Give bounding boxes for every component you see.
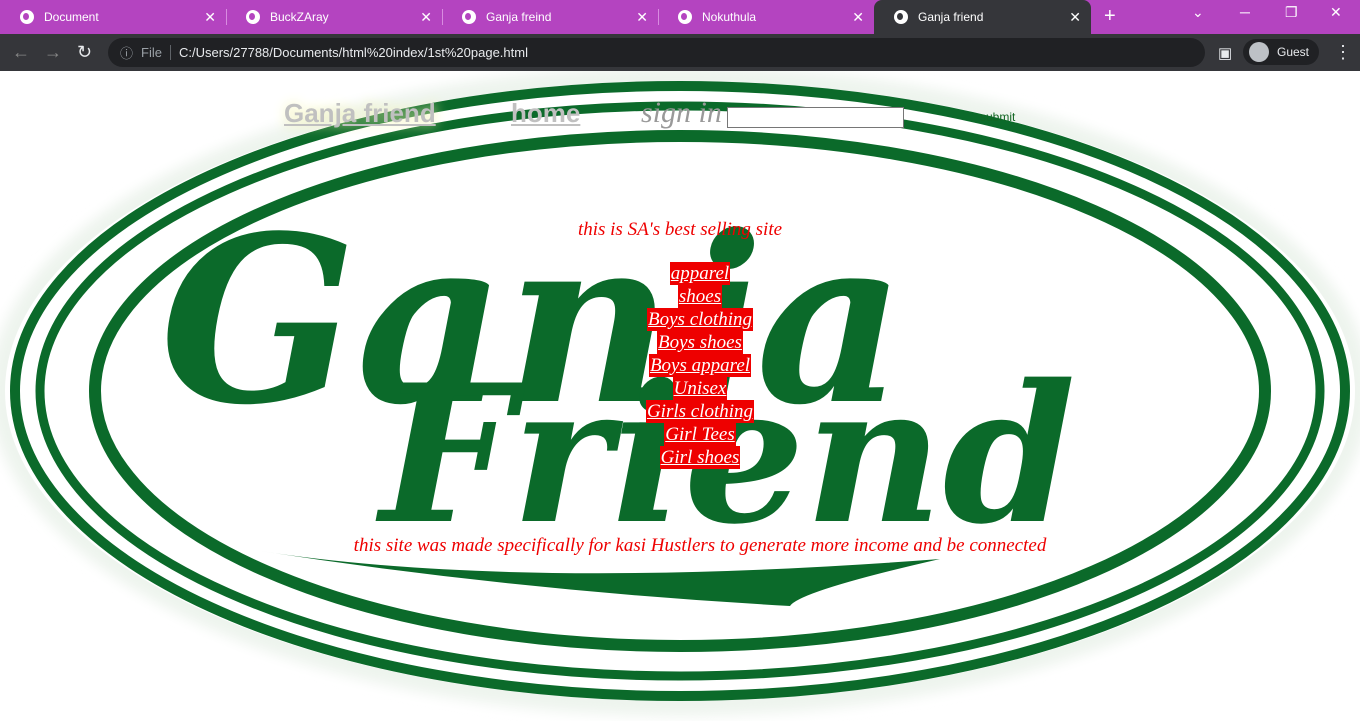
close-tab-icon[interactable]: ✕: [852, 9, 864, 26]
new-tab-icon[interactable]: +: [1104, 5, 1116, 28]
category-links: apparel shoes Boys clothing Boys shoes B…: [0, 262, 1360, 469]
home-link[interactable]: home: [511, 98, 580, 129]
tab-buckzaray[interactable]: BuckZAray ✕: [226, 0, 442, 34]
back-icon[interactable]: ←: [12, 42, 30, 63]
globe-icon: [678, 10, 692, 24]
brand-link[interactable]: Ganja friend: [284, 98, 436, 129]
close-tab-icon[interactable]: ✕: [636, 9, 648, 26]
link-girl-tees[interactable]: Girl Tees: [664, 423, 736, 446]
link-girls-clothing[interactable]: Girls clothing: [645, 400, 755, 423]
restore-icon[interactable]: ❐: [1285, 4, 1298, 21]
tab-title: BuckZAray: [270, 10, 329, 24]
profile-label: Guest: [1277, 45, 1310, 59]
tab-title: Document: [44, 10, 99, 24]
tab-document[interactable]: Document ✕: [0, 0, 226, 34]
link-shoes[interactable]: shoes: [677, 285, 723, 308]
close-tab-icon[interactable]: ✕: [204, 9, 216, 26]
link-girl-shoes[interactable]: Girl shoes: [659, 446, 741, 469]
globe-icon: [20, 10, 34, 24]
tab-ganja-friend-active[interactable]: Ganja friend ✕: [874, 0, 1091, 34]
sign-in-label: sign in: [641, 96, 722, 129]
tab-search-icon[interactable]: ⌄: [1192, 4, 1204, 21]
link-unisex[interactable]: Unisex: [672, 377, 728, 400]
address-bar[interactable]: ⓘ File C:/Users/27788/Documents/html%20i…: [108, 38, 1205, 67]
url-text[interactable]: C:/Users/27788/Documents/html%20index/1s…: [179, 45, 528, 60]
sign-in-input[interactable]: [727, 107, 904, 128]
address-bar-row: ← → ↻ ⓘ File C:/Users/27788/Documents/ht…: [0, 34, 1360, 71]
menu-icon[interactable]: ⋮: [1334, 42, 1352, 63]
close-tab-icon[interactable]: ✕: [420, 9, 432, 26]
close-tab-icon[interactable]: ✕: [1069, 9, 1081, 26]
globe-icon: [462, 10, 476, 24]
link-apparel[interactable]: apparel: [669, 262, 731, 285]
forward-icon[interactable]: →: [44, 42, 62, 63]
tab-nokuthula[interactable]: Nokuthula ✕: [658, 0, 874, 34]
link-boys-clothing[interactable]: Boys clothing: [647, 308, 753, 331]
tab-bar: Document ✕ BuckZAray ✕ Ganja freind ✕ Nokut…: [0, 0, 1360, 34]
avatar: [1249, 42, 1269, 62]
tab-title: Ganja friend: [918, 10, 984, 24]
tab-title: Ganja freind: [486, 10, 552, 24]
tagline: this is SA's best selling site: [577, 219, 783, 240]
globe-icon: [246, 10, 260, 24]
link-boys-apparel[interactable]: Boys apparel: [648, 354, 752, 377]
close-window-icon[interactable]: ✕: [1330, 4, 1342, 21]
minimize-icon[interactable]: ─: [1240, 4, 1250, 20]
link-boys-shoes[interactable]: Boys shoes: [657, 331, 743, 354]
reload-icon[interactable]: ↻: [77, 42, 92, 63]
page-content: Ganja Friend Ganja friend home sign in s…: [0, 71, 1360, 721]
tab-ganja-freind[interactable]: Ganja freind ✕: [442, 0, 658, 34]
profile-button[interactable]: Guest: [1243, 39, 1320, 65]
tab-title: Nokuthula: [702, 10, 757, 24]
side-panel-icon[interactable]: ▣: [1218, 44, 1232, 62]
submit-button[interactable]: submit: [980, 110, 1015, 124]
info-icon[interactable]: ⓘ: [120, 43, 133, 62]
file-label: File: [141, 45, 171, 60]
globe-icon: [894, 10, 908, 24]
footer-text: this site was made specifically for kasi…: [353, 535, 1047, 556]
